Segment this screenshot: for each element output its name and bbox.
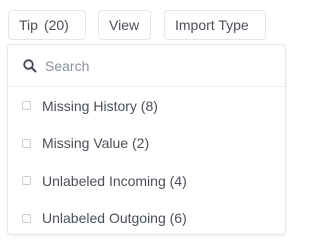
import-type-button[interactable]: Import Type	[164, 10, 266, 40]
view-button[interactable]: View	[98, 10, 151, 40]
option-missing-history[interactable]: Missing History (8)	[8, 87, 285, 125]
search-row	[8, 45, 285, 87]
checkbox[interactable]	[22, 213, 31, 223]
checkbox[interactable]	[22, 176, 31, 186]
option-label: Unlabeled Outgoing (6)	[42, 210, 187, 227]
option-unlabeled-incoming[interactable]: Unlabeled Incoming (4)	[8, 162, 285, 200]
tip-filter-count: (20)	[43, 17, 69, 33]
tip-filter-label: Tip	[19, 17, 38, 33]
tip-filter-dropdown: Missing History (8) Missing Value (2) Un…	[7, 44, 286, 235]
option-unlabeled-outgoing[interactable]: Unlabeled Outgoing (6)	[8, 200, 285, 238]
tip-filter-button[interactable]: Tip (20)	[8, 10, 86, 40]
checkbox[interactable]	[22, 101, 31, 111]
option-missing-value[interactable]: Missing Value (2)	[8, 125, 285, 163]
option-list: Missing History (8) Missing Value (2) Un…	[8, 87, 285, 237]
search-input[interactable]	[45, 57, 245, 74]
search-icon	[22, 58, 38, 74]
option-label: Unlabeled Incoming (4)	[42, 172, 187, 189]
option-label: Missing Value (2)	[42, 135, 150, 152]
import-type-label: Import Type	[175, 17, 249, 33]
checkbox[interactable]	[22, 138, 31, 148]
view-button-label: View	[109, 17, 140, 33]
option-label: Missing History (8)	[42, 97, 158, 114]
